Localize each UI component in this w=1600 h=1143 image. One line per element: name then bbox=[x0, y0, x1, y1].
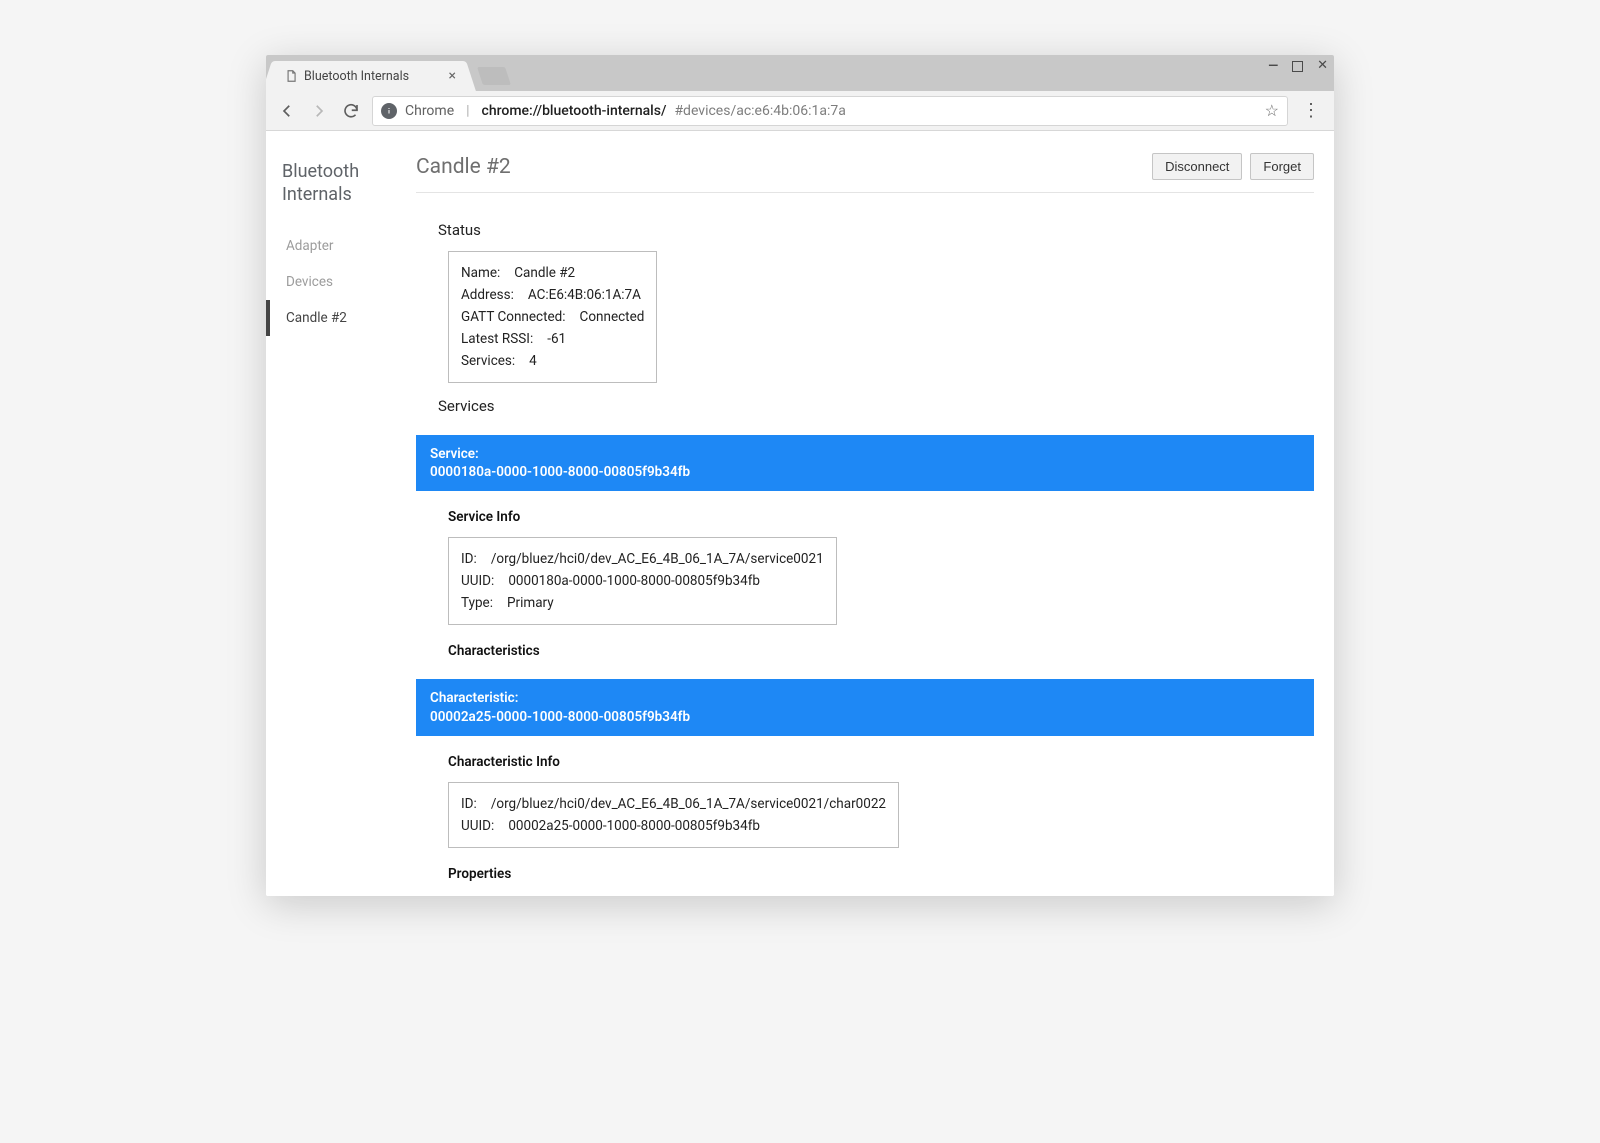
char-bar-value: 00002a25-0000-1000-8000-00805f9b34fb bbox=[430, 708, 1300, 726]
characteristic-header-bar[interactable]: Characteristic: 00002a25-0000-1000-8000-… bbox=[416, 679, 1314, 735]
info-label: Name: bbox=[461, 265, 500, 281]
browser-toolbar: Chrome | chrome://bluetooth-internals/ #d… bbox=[266, 91, 1334, 131]
page-header: Candle #2 Disconnect Forget bbox=[416, 153, 1314, 193]
new-tab-button[interactable] bbox=[477, 67, 511, 85]
site-info-icon[interactable] bbox=[381, 103, 397, 119]
service-info-heading: Service Info bbox=[448, 509, 1314, 525]
info-label: ID: bbox=[461, 551, 477, 567]
tab-close-icon[interactable]: × bbox=[449, 68, 456, 84]
info-row: Address: AC:E6:4B:06:1A:7A bbox=[461, 284, 644, 306]
page: Bluetooth Internals AdapterDevicesCandle… bbox=[266, 131, 1334, 896]
info-label: GATT Connected: bbox=[461, 309, 566, 325]
page-title: Candle #2 bbox=[416, 155, 511, 179]
address-bar[interactable]: Chrome | chrome://bluetooth-internals/ #d… bbox=[372, 96, 1288, 126]
services-heading: Services bbox=[438, 397, 1314, 415]
service-info-box: ID: /org/bluez/hci0/dev_AC_E6_4B_06_1A_7A… bbox=[448, 537, 837, 625]
info-label: ID: bbox=[461, 796, 477, 812]
url-scheme: Chrome bbox=[405, 103, 454, 119]
window-controls: — ✕ bbox=[1268, 59, 1328, 74]
info-value: Connected bbox=[580, 309, 645, 325]
info-value: AC:E6:4B:06:1A:7A bbox=[528, 287, 641, 303]
sidebar-item-devices[interactable]: Devices bbox=[266, 264, 416, 300]
disconnect-button[interactable]: Disconnect bbox=[1152, 153, 1242, 180]
browser-tab[interactable]: Bluetooth Internals × bbox=[274, 61, 464, 91]
info-row: UUID: 00002a25-0000-1000-8000-00805f9b34f… bbox=[461, 815, 886, 837]
minimize-icon[interactable]: — bbox=[1268, 59, 1278, 74]
sidebar-title: Bluetooth Internals bbox=[266, 153, 416, 228]
url-separator: | bbox=[466, 103, 469, 119]
characteristic-info-heading: Characteristic Info bbox=[448, 754, 1314, 770]
header-buttons: Disconnect Forget bbox=[1152, 153, 1314, 180]
browser-window: Bluetooth Internals × — ✕ Chrome | chrom… bbox=[266, 55, 1334, 896]
main-content: Candle #2 Disconnect Forget Status Name:… bbox=[416, 131, 1334, 896]
info-value: -61 bbox=[547, 331, 566, 347]
forget-button[interactable]: Forget bbox=[1250, 153, 1314, 180]
bookmark-star-icon[interactable]: ☆ bbox=[1265, 101, 1279, 120]
sidebar: Bluetooth Internals AdapterDevicesCandle… bbox=[266, 131, 416, 896]
characteristic-info-box: ID: /org/bluez/hci0/dev_AC_E6_4B_06_1A_7A… bbox=[448, 782, 899, 848]
info-label: Address: bbox=[461, 287, 514, 303]
info-row: Type: Primary bbox=[461, 592, 824, 614]
tab-title: Bluetooth Internals bbox=[304, 69, 443, 84]
reload-button[interactable] bbox=[340, 100, 362, 122]
info-row: Latest RSSI: -61 bbox=[461, 328, 644, 350]
service-bar-label: Service: bbox=[430, 445, 1300, 463]
sidebar-item-adapter[interactable]: Adapter bbox=[266, 228, 416, 264]
info-value: 00002a25-0000-1000-8000-00805f9b34fb bbox=[508, 818, 760, 834]
info-value: 0000180a-0000-1000-8000-00805f9b34fb bbox=[508, 573, 760, 589]
status-box: Name: Candle #2Address: AC:E6:4B:06:1A:7A G… bbox=[448, 251, 657, 383]
url-host: chrome://bluetooth-internals/ bbox=[482, 103, 667, 119]
characteristics-heading: Characteristics bbox=[448, 643, 1314, 659]
info-row: GATT Connected: Connected bbox=[461, 306, 644, 328]
char-bar-label: Characteristic: bbox=[430, 689, 1300, 707]
page-icon bbox=[284, 69, 298, 83]
info-value: /org/bluez/hci0/dev_AC_E6_4B_06_1A_7A/se… bbox=[491, 796, 886, 812]
info-value: /org/bluez/hci0/dev_AC_E6_4B_06_1A_7A/se… bbox=[491, 551, 824, 567]
info-row: ID: /org/bluez/hci0/dev_AC_E6_4B_06_1A_7A… bbox=[461, 793, 886, 815]
info-label: UUID: bbox=[461, 573, 494, 589]
service-header-bar[interactable]: Service: 0000180a-0000-1000-8000-00805f9… bbox=[416, 435, 1314, 491]
info-row: ID: /org/bluez/hci0/dev_AC_E6_4B_06_1A_7A… bbox=[461, 548, 824, 570]
info-value: 4 bbox=[529, 353, 537, 369]
back-button[interactable] bbox=[276, 100, 298, 122]
info-label: UUID: bbox=[461, 818, 494, 834]
service-bar-value: 0000180a-0000-1000-8000-00805f9b34fb bbox=[430, 463, 1300, 481]
maximize-icon[interactable] bbox=[1292, 61, 1303, 72]
info-row: UUID: 0000180a-0000-1000-8000-00805f9b34f… bbox=[461, 570, 824, 592]
forward-button[interactable] bbox=[308, 100, 330, 122]
info-label: Latest RSSI: bbox=[461, 331, 533, 347]
close-icon[interactable]: ✕ bbox=[1317, 59, 1328, 74]
info-row: Name: Candle #2 bbox=[461, 262, 644, 284]
browser-menu-icon[interactable]: ⋮ bbox=[1298, 100, 1324, 121]
info-label: Services: bbox=[461, 353, 515, 369]
info-value: Primary bbox=[507, 595, 554, 611]
url-path: #devices/ac:e6:4b:06:1a:7a bbox=[674, 103, 845, 119]
sidebar-item-candle-2[interactable]: Candle #2 bbox=[266, 300, 416, 336]
properties-heading: Properties bbox=[448, 866, 1314, 882]
info-row: Services: 4 bbox=[461, 350, 644, 372]
info-label: Type: bbox=[461, 595, 493, 611]
tab-strip: Bluetooth Internals × — ✕ bbox=[266, 55, 1334, 91]
info-value: Candle #2 bbox=[514, 265, 575, 281]
status-heading: Status bbox=[438, 221, 1314, 239]
